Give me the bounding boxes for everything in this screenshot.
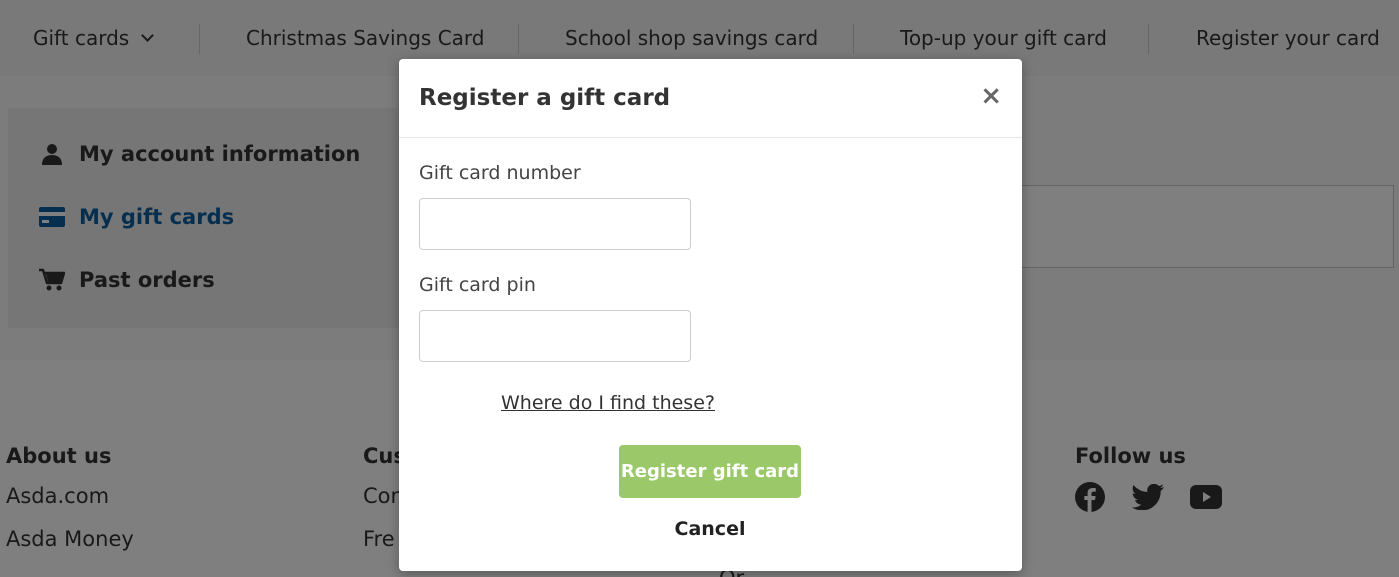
modal-header: Register a gift card × <box>399 59 1022 138</box>
close-icon[interactable]: × <box>980 83 1002 109</box>
cancel-button[interactable]: Cancel <box>649 514 771 544</box>
where-to-find-link[interactable]: Where do I find these? <box>501 392 715 414</box>
register-gift-card-button[interactable]: Register gift card <box>619 445 801 498</box>
register-gift-card-modal: Register a gift card × Gift card number … <box>399 59 1022 571</box>
gift-card-pin-label: Gift card pin <box>419 274 536 296</box>
gift-card-number-label: Gift card number <box>419 162 581 184</box>
modal-title: Register a gift card <box>419 85 671 111</box>
gift-card-pin-input[interactable] <box>419 310 691 362</box>
gift-card-number-input[interactable] <box>419 198 691 250</box>
